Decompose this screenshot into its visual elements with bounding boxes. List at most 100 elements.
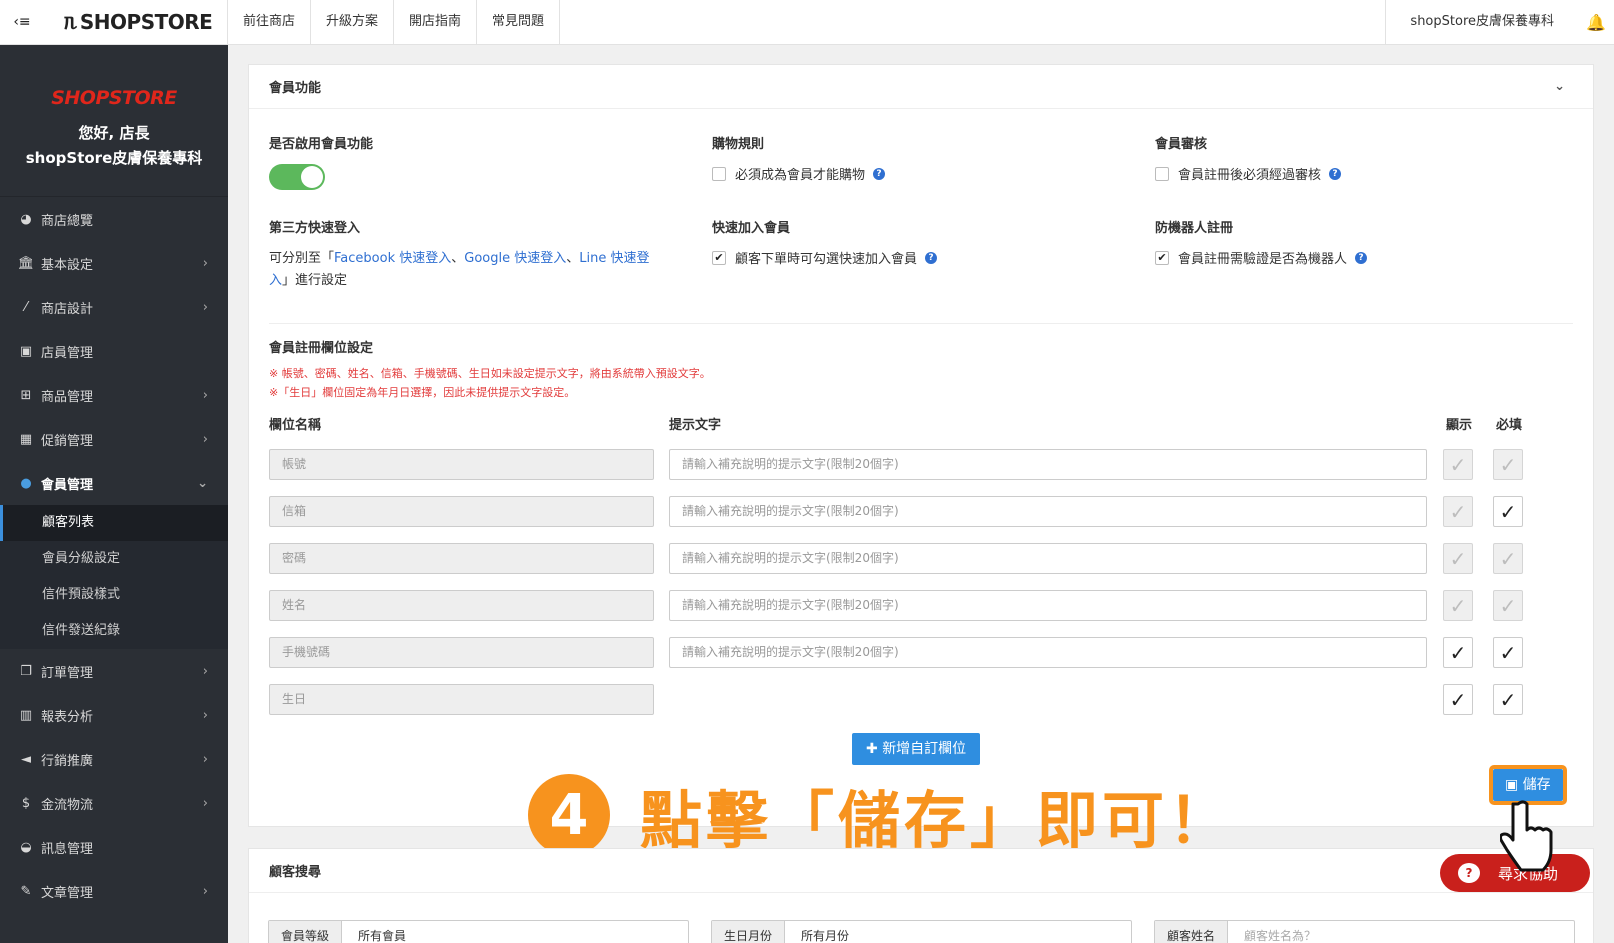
- nav-go-store[interactable]: 前往商店: [228, 0, 312, 45]
- panel-header[interactable]: 會員功能 ⌄: [249, 65, 1593, 109]
- required-checkbox-email[interactable]: ✓: [1493, 496, 1523, 527]
- review-required-checkbox[interactable]: [1155, 166, 1169, 181]
- sidebar-item-messages[interactable]: ◒ 訊息管理: [0, 825, 228, 869]
- birth-month-select[interactable]: 所有月份: [785, 921, 1131, 943]
- quick-join-block: 快速加入會員 ✔ 顧客下單時可勾選快速加入會員?: [712, 217, 938, 267]
- members-only-label: 必須成為會員才能購物: [735, 168, 866, 183]
- nav-upgrade[interactable]: 升級方案: [311, 0, 395, 45]
- sidebar-item-members[interactable]: ● 會員管理 ⌄: [0, 461, 228, 505]
- sidebar-subitem-member-levels[interactable]: 會員分級設定: [0, 541, 228, 577]
- save-button[interactable]: ▣ 儲存: [1493, 769, 1563, 801]
- reg-fields-note-2: ※「生日」欄位固定為年月日選擇，因此未提供提示文字設定。: [269, 386, 576, 399]
- show-checkbox-password: ✓: [1443, 543, 1473, 574]
- sidebar-subitem-mail-templates[interactable]: 信件預設樣式: [0, 577, 228, 613]
- help-icon[interactable]: ?: [1329, 167, 1342, 180]
- sidebar-item-label: 基本設定: [41, 257, 94, 273]
- required-checkbox-birthday[interactable]: ✓: [1493, 684, 1523, 715]
- sidebar-subitem-customer-list[interactable]: 顧客列表: [0, 505, 228, 541]
- third-party-title: 第三方快速登入: [269, 221, 361, 236]
- sidebar-item-products[interactable]: ⊞ 商品管理 ›: [0, 373, 228, 417]
- google-login-link[interactable]: Google 快速登入: [464, 251, 566, 266]
- brand-logo[interactable]: ᥰ SHOPSTORE: [44, 0, 228, 45]
- show-checkbox-birthday[interactable]: ✓: [1443, 684, 1473, 715]
- hint-input-phone[interactable]: 請輸入補充說明的提示文字(限制20個字): [669, 637, 1427, 668]
- third-party-prefix: 可分別至「: [269, 251, 335, 266]
- comments-icon: ◒: [20, 839, 32, 855]
- bar-chart-icon: ▥: [19, 707, 33, 723]
- facebook-login-link[interactable]: Facebook 快速登入: [334, 251, 451, 266]
- sidebar-item-label: 商店設計: [41, 301, 94, 317]
- line-login-link-cont[interactable]: 入: [269, 273, 282, 288]
- greeting-text: 您好, 店長: [78, 124, 150, 142]
- files-icon: ❐: [20, 663, 32, 679]
- hint-input-password[interactable]: 請輸入補充說明的提示文字(限制20個字): [669, 543, 1427, 574]
- field-name-phone: 手機號碼: [269, 637, 654, 668]
- chevron-right-icon: ›: [202, 663, 208, 679]
- sidebar-item-label: 會員管理: [41, 477, 94, 493]
- sidebar-item-reports[interactable]: ▥ 報表分析 ›: [0, 693, 228, 737]
- show-checkbox-phone[interactable]: ✓: [1443, 637, 1473, 668]
- sidebar-item-articles[interactable]: ✎ 文章管理 ›: [0, 869, 228, 913]
- sidebar-item-label: 促銷管理: [41, 433, 94, 449]
- review-block: 會員審核 會員註冊後必須經過審核?: [1155, 133, 1342, 183]
- sidebar-item-label: 商店總覽: [41, 213, 94, 229]
- bell-icon[interactable]: 🔔: [1578, 13, 1614, 32]
- top-nav: 前往商店 升級方案 開店指南 常見問題: [228, 0, 561, 45]
- member-level-select[interactable]: 所有會員: [342, 921, 688, 943]
- sidebar-item-marketing[interactable]: ◄ 行銷推廣 ›: [0, 737, 228, 781]
- help-icon[interactable]: ?: [925, 251, 938, 264]
- quick-join-checkbox[interactable]: ✔: [712, 250, 726, 265]
- nav-faq[interactable]: 常見問題: [477, 0, 561, 45]
- save-button-label: 儲存: [1522, 777, 1551, 793]
- sidebar: SHOPSTORE 您好, 店長 shopStore皮膚保養專科 ◕ 商店總覽 🏛…: [0, 45, 228, 943]
- chevron-right-icon: ›: [202, 431, 208, 447]
- member-settings-panel: 會員功能 ⌄ 是否啟用會員功能 購物規則 必須成為會員才能購物? 會員審核 會員…: [248, 64, 1594, 827]
- nav-guide[interactable]: 開店指南: [394, 0, 478, 45]
- field-name-name: 姓名: [269, 590, 654, 621]
- sidebar-item-store-design[interactable]: ⁄ 商店設計 ›: [0, 285, 228, 329]
- megaphone-icon: ◄: [21, 751, 31, 767]
- required-checkbox-phone[interactable]: ✓: [1493, 637, 1523, 668]
- member-level-filter[interactable]: 會員等級 所有會員: [268, 920, 689, 943]
- hint-input-account[interactable]: 請輸入補充說明的提示文字(限制20個字): [669, 449, 1427, 480]
- help-icon[interactable]: ?: [1355, 251, 1368, 264]
- required-checkbox-password: ✓: [1493, 543, 1523, 574]
- field-name-birthday: 生日: [269, 684, 654, 715]
- sidebar-item-label: 行銷推廣: [41, 753, 94, 769]
- sidebar-item-label: 商品管理: [41, 389, 94, 405]
- save-button-highlight: ▣ 儲存: [1489, 765, 1567, 805]
- sidebar-subitem-mail-logs[interactable]: 信件發送紀錄: [0, 613, 228, 649]
- review-title: 會員審核: [1155, 137, 1208, 152]
- customer-name-input[interactable]: 顧客姓名為？: [1228, 921, 1574, 943]
- cart-icon: ⊞: [20, 387, 32, 403]
- sidebar-item-staff[interactable]: ▣ 店員管理: [0, 329, 228, 373]
- store-name-menu[interactable]: shopStore皮膚保養專科: [1385, 0, 1578, 45]
- add-custom-field-button[interactable]: ✚ 新增自訂欄位: [852, 733, 981, 765]
- sidebar-item-payment-shipping[interactable]: $ 金流物流 ›: [0, 781, 228, 825]
- show-checkbox-name: ✓: [1443, 590, 1473, 621]
- sidebar-header: SHOPSTORE 您好, 店長 shopStore皮膚保養專科: [0, 45, 228, 197]
- enable-member-toggle[interactable]: [269, 164, 325, 190]
- reg-fields-note-1: ※ 帳號、密碼、姓名、信箱、手機號碼、生日如未設定提示文字，將由系統帶入預設文字…: [269, 367, 711, 380]
- sidebar-item-basic-settings[interactable]: 🏛 基本設定 ›: [0, 241, 228, 285]
- anti-bot-checkbox[interactable]: ✔: [1155, 250, 1169, 265]
- hint-input-email[interactable]: 請輸入補充說明的提示文字(限制20個字): [669, 496, 1427, 527]
- enable-member-title: 是否啟用會員功能: [269, 137, 374, 152]
- third-party-suffix: 」進行設定: [282, 273, 348, 288]
- sidebar-toggle-icon[interactable]: ‹≡: [0, 0, 44, 45]
- chevron-right-icon: ›: [202, 255, 208, 271]
- chevron-right-icon: ›: [202, 751, 208, 767]
- field-name-email: 信箱: [269, 496, 654, 527]
- sidebar-item-promotions[interactable]: ▦ 促銷管理 ›: [0, 417, 228, 461]
- members-only-checkbox[interactable]: [712, 166, 726, 181]
- sidebar-item-orders[interactable]: ❐ 訂單管理 ›: [0, 649, 228, 693]
- chat-bubble-icon: ?: [1458, 863, 1480, 883]
- chevron-down-icon[interactable]: ⌄: [1554, 79, 1565, 94]
- customer-name-filter[interactable]: 顧客姓名 顧客姓名為？: [1154, 920, 1575, 943]
- line-login-link[interactable]: Line 快速登: [579, 251, 649, 266]
- sidebar-item-overview[interactable]: ◕ 商店總覽: [0, 197, 228, 241]
- help-icon[interactable]: ?: [873, 167, 886, 180]
- hint-input-name[interactable]: 請輸入補充說明的提示文字(限制20個字): [669, 590, 1427, 621]
- brand-text: SHOPSTORE: [79, 10, 213, 34]
- birth-month-filter[interactable]: 生日月份 所有月份: [711, 920, 1132, 943]
